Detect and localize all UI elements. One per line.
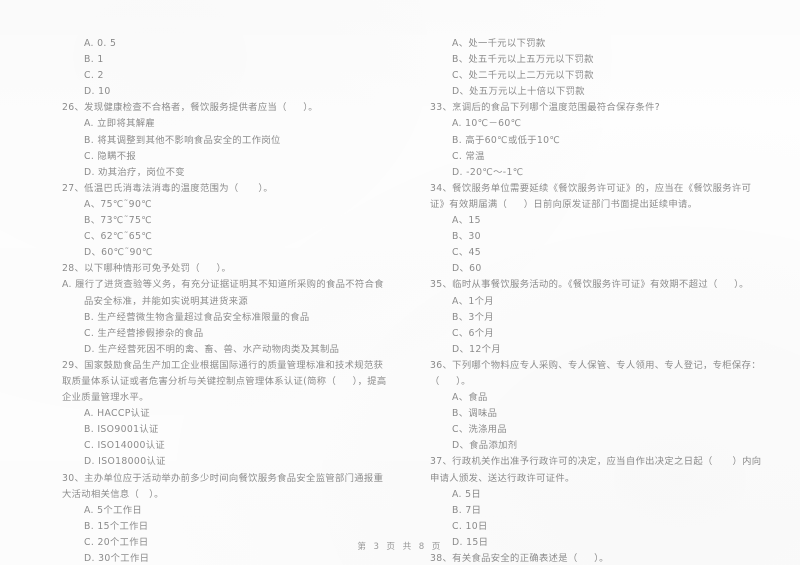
option-line: A. HACCP认证 xyxy=(84,408,150,420)
option-line: B. ISO9001认证 xyxy=(84,424,159,436)
option-line: D. 劝其治疗，岗位不变 xyxy=(84,166,185,178)
option-line: B. 生产经营微生物含量超过食品安全标准限量的食品 xyxy=(84,311,310,323)
page-footer: 第 3 页 共 8 页 xyxy=(357,542,443,552)
option-line: C. 常温 xyxy=(452,150,485,162)
option-line: D、60 xyxy=(452,263,482,275)
option-line: A. 0. 5 xyxy=(84,38,117,49)
option-line: D. 生产经营死因不明的禽、畜、兽、水产动物肉类及其制品 xyxy=(84,343,340,355)
option-line: B. 将其调整到其他不影响食品安全的工作岗位 xyxy=(84,134,281,146)
option-line: B、30 xyxy=(452,231,481,243)
question-36: 36、下列哪个物料应专人采购、专人保管、专人领用、专人登记，专柜保存：（ ）。 xyxy=(430,359,761,387)
option-line: B、73℃˜75℃ xyxy=(84,215,153,227)
question-27: 27、低温巴氏消毒法消毒的温度范围为（ ）。 xyxy=(62,182,274,194)
option-line: B. 高于60℃或低于10℃ xyxy=(452,134,561,146)
option-line: B、调味品 xyxy=(452,408,498,420)
option-line: C、6个月 xyxy=(452,327,495,339)
option-line: C、62℃˜65℃ xyxy=(84,231,153,243)
option-line: A、15 xyxy=(452,215,481,227)
question-30: 30、主办单位应于活动举办前多少时间向餐饮服务食品安全监管部门通报重大活动相关信… xyxy=(62,472,384,500)
option-line: C. 生产经营掺假掺杂的食品 xyxy=(84,327,204,339)
option-line: B. 1 xyxy=(84,54,104,66)
option-line: D. 10 xyxy=(84,86,111,98)
question-34: 34、餐饮服务单位需要延续《餐饮服务许可证》的，应当在《餐饮服务许可证》有效期届… xyxy=(430,182,752,210)
question-26: 26、发现健康检查不合格者，餐饮服务提供者应当（ ）。 xyxy=(62,102,318,114)
option-line: D、食品添加剂 xyxy=(452,440,518,452)
option-line: C. 10日 xyxy=(452,520,488,532)
option-line: A、75℃˜90℃ xyxy=(84,198,152,210)
option-line: D、12个月 xyxy=(452,343,501,355)
question-33: 33、烹调后的食品下列哪个温度范围最符合保存条件? xyxy=(430,102,661,114)
option-line: A. 立即将其解雇 xyxy=(84,118,156,130)
option-line: C、洗涤用品 xyxy=(452,424,508,436)
option-line: A. 5个工作日 xyxy=(84,504,143,516)
option-line: D、处五万元以上十倍以下罚款 xyxy=(452,86,585,98)
option-line: C、45 xyxy=(452,247,482,259)
question-35: 35、临时从事餐饮服务活动的。《餐饮服务许可证》有效期不超过（ ）。 xyxy=(430,279,749,291)
option-line: D. -20℃～-1℃ xyxy=(452,166,524,178)
option-line: A. 10℃－60℃ xyxy=(452,118,522,130)
option-line: C. 隐瞒不报 xyxy=(84,150,137,162)
option-line: A、处一千元以下罚款 xyxy=(452,38,546,49)
question-29: 29、国家鼓励食品生产加工企业根据国际通行的质量管理标准和技术规范获取质量体系认… xyxy=(62,359,387,404)
option-line: C. 2 xyxy=(84,70,104,82)
question-28: 28、以下哪种情形可免予处罚（ ）。 xyxy=(62,263,232,275)
option-line: A. 5日 xyxy=(452,488,482,500)
option-line: A、食品 xyxy=(452,392,488,404)
right-text-column: A、处一千元以下罚款 B、处五千元以上五万元以下罚款 C、处二千元以上二万元以下… xyxy=(400,36,800,565)
option-line: A. 履行了进货查验等义务，有充分证据证明其不知道所采购的食品不符合食品安全标准… xyxy=(62,279,384,307)
option-line: B. 7日 xyxy=(452,504,482,516)
option-line: D. 30个工作日 xyxy=(84,553,150,564)
question-38: 38、有关食品安全的正确表述是（ ）。 xyxy=(430,553,609,564)
option-line: C. ISO14000认证 xyxy=(84,440,166,452)
scanned-exam-page: A. 0. 5 B. 1 C. 2 D. 10 26、发现健康检查不合格者，餐饮… xyxy=(0,0,800,565)
two-column-body: A. 0. 5 B. 1 C. 2 D. 10 26、发现健康检查不合格者，餐饮… xyxy=(0,36,800,565)
option-line: B、3个月 xyxy=(452,311,494,323)
option-line: B. 15个工作日 xyxy=(84,520,149,532)
question-37: 37、行政机关作出准予行政许可的决定，应当自作出决定之日起（ ）内向申请人颁发、… xyxy=(430,456,762,484)
option-line: D. ISO18000认证 xyxy=(84,456,166,468)
option-line: C、处二千元以上二万元以下罚款 xyxy=(452,70,594,82)
option-line: D、60℃˜90℃ xyxy=(84,247,153,259)
left-text-column: A. 0. 5 B. 1 C. 2 D. 10 26、发现健康检查不合格者，餐饮… xyxy=(0,36,400,565)
option-line: B、处五千元以上五万元以下罚款 xyxy=(452,54,594,66)
option-line: A、1个月 xyxy=(452,295,494,307)
